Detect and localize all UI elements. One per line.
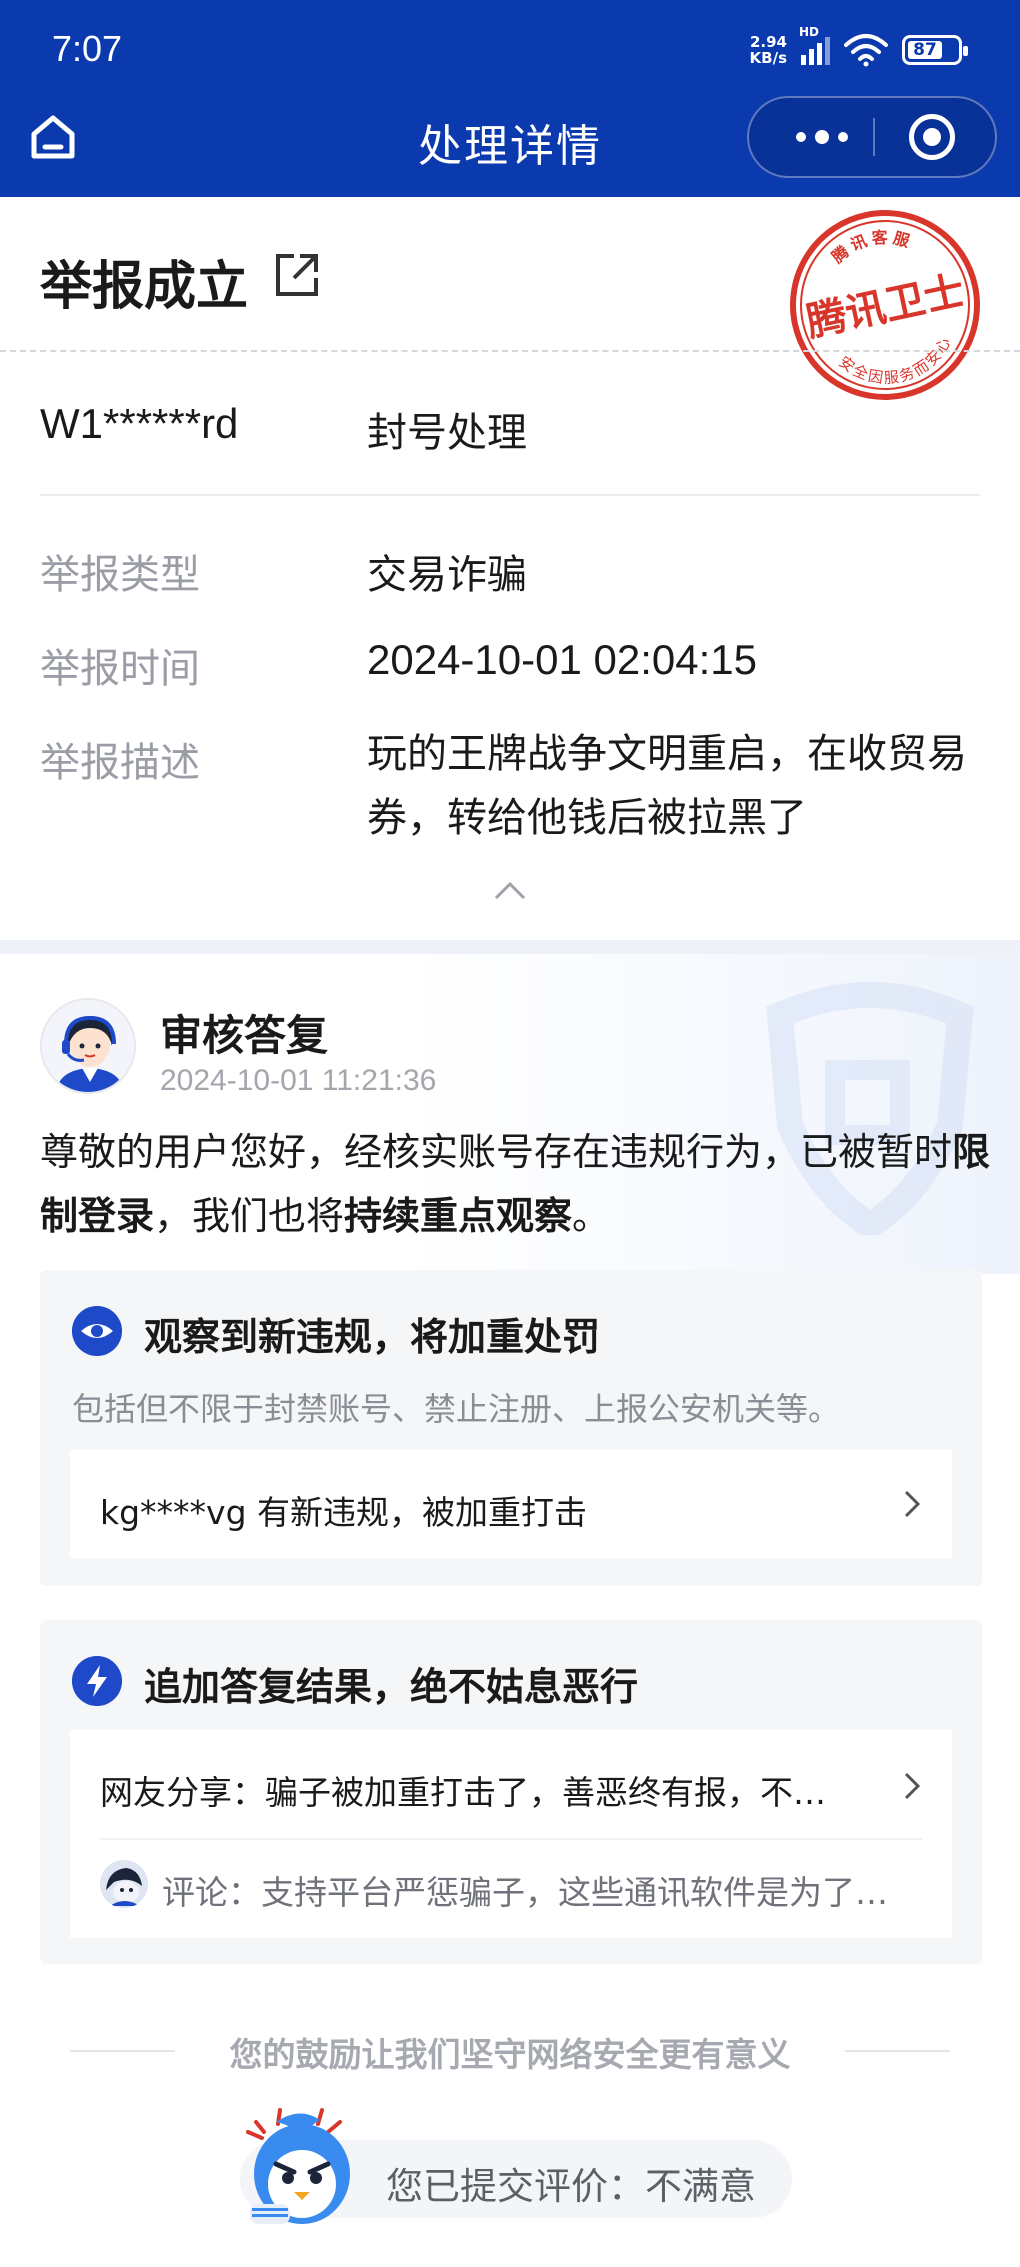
top-bar: 7:07 2.94 KB/s HD 87 处理详情 [0, 0, 1020, 197]
reply-text-part: ，我们也将 [154, 1194, 345, 1238]
detail-label: 举报描述 [40, 740, 200, 786]
penalty-action: 封号处理 [367, 410, 527, 456]
more-menu-button[interactable] [777, 98, 867, 176]
close-miniprogram-button[interactable] [909, 114, 955, 160]
chevron-right-icon [904, 1490, 921, 1518]
dashed-divider [0, 350, 1020, 352]
violation-item-text: kg****vg 有新违规，被加重打击 [100, 1493, 588, 1532]
reply-timestamp: 2024-10-01 11:21:36 [160, 1064, 437, 1097]
share-text: 网友分享：骗子被加重打击了，善恶终有报，不… [100, 1773, 826, 1812]
battery-level: 87 [913, 40, 937, 60]
detail-label: 举报时间 [40, 646, 200, 692]
miniprogram-capsule [747, 96, 997, 178]
reply-title: 审核答复 [160, 1011, 329, 1060]
card-title: 观察到新违规，将加重处罚 [144, 1315, 601, 1359]
external-link-icon[interactable] [270, 248, 324, 302]
network-speed-unit: KB/s [749, 49, 787, 67]
account-id: W1******rd [40, 400, 239, 447]
detail-value: 2024-10-01 02:04:15 [367, 636, 757, 683]
support-agent-avatar [40, 998, 136, 1094]
followup-card: 追加答复结果，绝不姑息恶行 网友分享：骗子被加重打击了，善恶终有报，不… 评论：… [40, 1620, 982, 1964]
home-icon[interactable] [28, 112, 78, 162]
comment-text: 评论：支持平台严惩骗子，这些通讯软件是为了… [162, 1873, 888, 1912]
section-separator [0, 940, 1020, 954]
divider [100, 1838, 922, 1840]
chevron-right-icon [904, 1772, 921, 1800]
network-tag: HD [799, 25, 820, 39]
encouragement-text: 您的鼓励让我们坚守网络安全更有意义 [229, 2035, 791, 2074]
capsule-divider [873, 118, 875, 156]
stamp-main-text: 腾讯卫士 [802, 268, 968, 346]
card-subtitle: 包括但不限于封禁账号、禁止注册、上报公安机关等。 [72, 1390, 841, 1428]
rating-status-text: 您已提交评价：不满意 [386, 2165, 756, 2208]
chevron-up-icon[interactable] [490, 878, 530, 902]
violation-item[interactable]: kg****vg 有新违规，被加重打击 [70, 1450, 952, 1558]
observe-violation-card: 观察到新违规，将加重处罚 包括但不限于封禁账号、禁止注册、上报公安机关等。 kg… [40, 1270, 982, 1586]
commenter-avatar [100, 1860, 148, 1908]
reply-text-part: 。 [572, 1194, 611, 1238]
status-icons: 2.94 KB/s HD 87 [750, 25, 968, 72]
reply-text-part: 尊敬的用户您好，经核实账号存在违规行为，已被暂时 [40, 1130, 953, 1174]
divider [40, 494, 980, 496]
network-speed-value: 2.94 [749, 33, 787, 51]
detail-label: 举报类型 [40, 552, 200, 598]
detail-value: 玩的王牌战争文明重启，在收贸易券，转给他钱后被拉黑了 [367, 731, 967, 841]
wifi-icon [844, 34, 888, 67]
battery-icon: 87 [902, 35, 968, 65]
card-title: 追加答复结果，绝不姑息恶行 [144, 1665, 639, 1709]
eye-icon [72, 1306, 122, 1356]
divider [845, 2050, 950, 2052]
followup-share-item[interactable]: 网友分享：骗子被加重打击了，善恶终有报，不… 评论：支持平台严惩骗子，这些通讯软… [70, 1730, 952, 1938]
result-title: 举报成立 [40, 257, 249, 317]
tencent-guard-stamp: 腾讯客服 腾讯卫士 安全因服务而安心 [790, 210, 980, 400]
lightning-icon [72, 1656, 122, 1706]
network-speed: 2.94 KB/s [750, 34, 787, 66]
reply-text-bold: 持续重点观察 [344, 1194, 573, 1238]
status-time: 7:07 [52, 28, 123, 69]
cellular-signal-icon: HD [799, 25, 830, 65]
detail-value: 交易诈骗 [367, 552, 527, 598]
reply-message: 尊敬的用户您好，经核实账号存在违规行为，已被暂时限制登录，我们也将持续重点观察。 [40, 1120, 1000, 1248]
angry-penguin-icon [246, 2108, 350, 2224]
